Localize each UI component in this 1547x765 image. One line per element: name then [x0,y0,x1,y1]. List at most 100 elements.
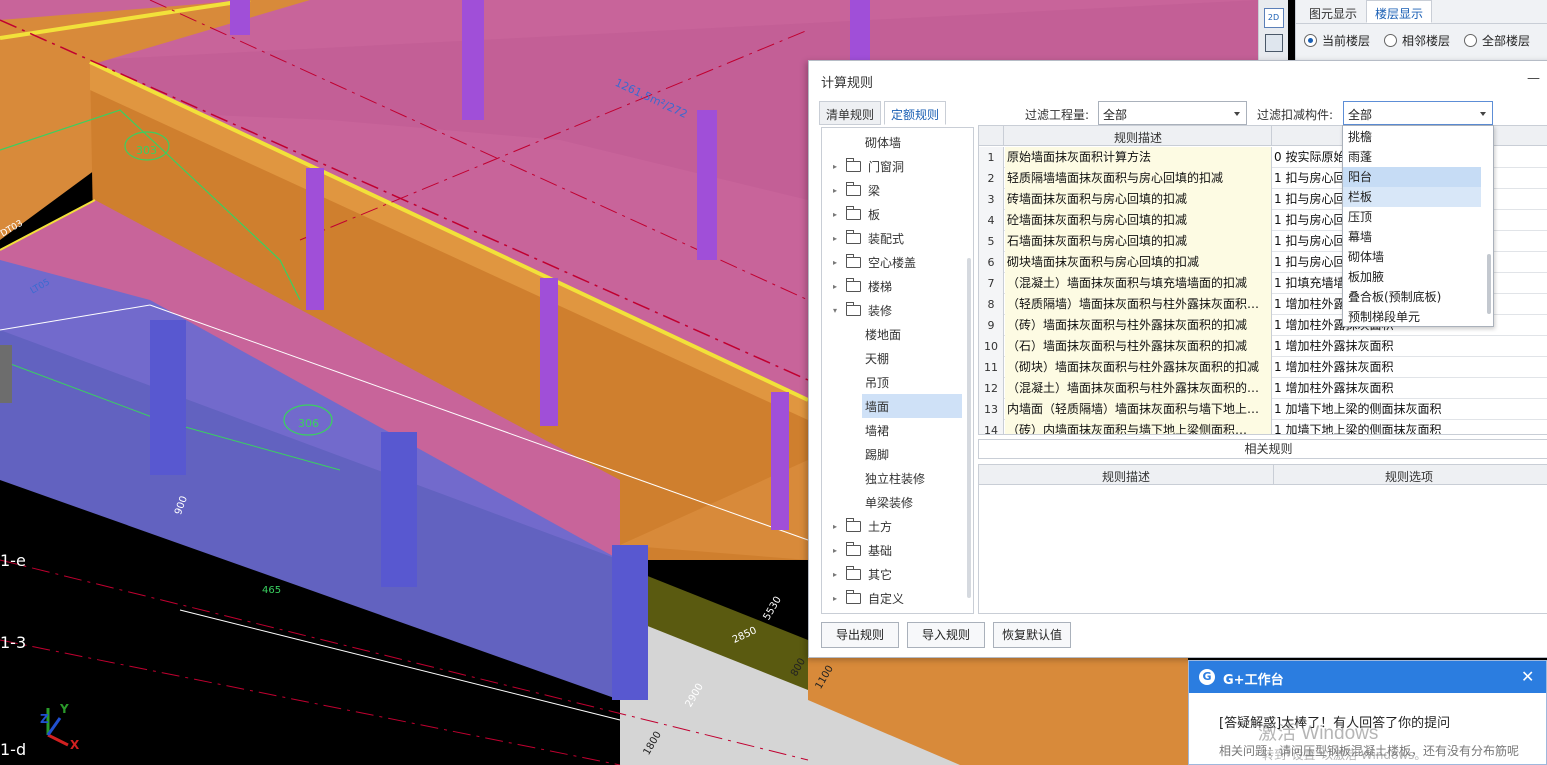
rule-description[interactable]: 内墙面（轻质隔墙）墙面抹灰面积与墙下地上… [1005,399,1271,420]
rule-option[interactable]: 1 增加柱外露抹灰面积 [1271,336,1393,357]
rule-description[interactable]: （砖）墙面抹灰面积与柱外露抹灰面积的扣减 [1005,315,1271,336]
rule-description[interactable]: 砌块墙面抹灰面积与房心回填的扣减 [1005,252,1271,273]
table-row[interactable]: 12 （混凝土）墙面抹灰面积与柱外露抹灰面积的… 1 增加柱外露抹灰面积 [979,378,1547,399]
rule-option[interactable]: 1 扣填充墙墙 [1271,273,1345,294]
rule-option[interactable]: 1 扣与房心回 [1271,252,1345,273]
tree-item-masonry-wall[interactable]: 砌体墙 [822,130,972,154]
dropdown-option[interactable]: 雨蓬 [1343,147,1481,167]
rule-description[interactable]: （砖）内墙面抹灰面积与墙下地上梁侧面积… [1005,420,1271,434]
tab-list-rules[interactable]: 清单规则 [819,101,882,125]
rule-option[interactable]: 1 扣与房心回 [1271,189,1345,210]
tree-item-suspended-ceiling[interactable]: 吊顶 [822,370,972,394]
dropdown-option[interactable]: 幕墙 [1343,227,1481,247]
dropdown-option[interactable]: 叠合板(预制底板) [1343,287,1481,307]
dropdown-option[interactable]: 预制梯段单元 [1343,307,1481,327]
row-index: 8 [979,294,1004,315]
dropdown-option[interactable]: 栏板 [1343,187,1481,207]
tree-scrollbar[interactable] [967,258,971,598]
rule-description[interactable]: （石）墙面抹灰面积与柱外露抹灰面积的扣减 [1005,336,1271,357]
tree-item-ceiling[interactable]: 天棚 [822,346,972,370]
restore-defaults-button[interactable]: 恢复默认值 [993,622,1071,648]
3d-cube-icon[interactable] [1264,34,1283,52]
rule-option[interactable]: 1 扣与房心回 [1271,231,1345,252]
dialog-title: 计算规则 [821,76,874,91]
dropdown-option[interactable]: 阳台 [1343,167,1481,187]
dropdown-option[interactable]: 挑檐 [1343,127,1481,147]
chevron-right-icon[interactable]: ▸ [830,546,840,555]
radio-unchecked-icon [1464,34,1478,47]
filter-quantity-label: 过滤工程量: [1025,108,1090,122]
dropdown-option[interactable]: 板加腋 [1343,267,1481,287]
tab-quota-rules[interactable]: 定额规则 [884,101,947,125]
tab-floor-display[interactable]: 楼层显示 [1366,0,1433,23]
table-row[interactable]: 10 （石）墙面抹灰面积与柱外露抹灰面积的扣减 1 增加柱外露抹灰面积 [979,336,1547,357]
tree-item-foundation[interactable]: ▸ 基础 [822,538,972,562]
row-index: 5 [979,231,1004,252]
tree-item-hollow-floor[interactable]: ▸ 空心楼盖 [822,250,972,274]
tree-item-dado[interactable]: 墙裙 [822,418,972,442]
table-row[interactable]: 13 内墙面（轻质隔墙）墙面抹灰面积与墙下地上… 1 加墙下地上梁的侧面抹灰面积 [979,399,1547,420]
rule-description[interactable]: （轻质隔墙）墙面抹灰面积与柱外露抹灰面积… [1005,294,1271,315]
minimize-button[interactable]: — [1527,71,1540,86]
rule-option[interactable]: 1 加墙下地上梁的侧面抹灰面积 [1271,399,1441,420]
chevron-right-icon[interactable]: ▸ [830,234,840,243]
table-row[interactable]: 11 （砌块）墙面抹灰面积与柱外露抹灰面积的扣减 1 增加柱外露抹灰面积 [979,357,1547,378]
table-row[interactable]: 14 （砖）内墙面抹灰面积与墙下地上梁侧面积… 1 加墙下地上梁的侧面抹灰面积 [979,420,1547,434]
tab-element-display[interactable]: 图元显示 [1300,0,1366,23]
tree-item-beam[interactable]: ▸ 梁 [822,178,972,202]
rule-option[interactable]: 0 按实际原始 [1271,147,1345,168]
rule-description[interactable]: （混凝土）墙面抹灰面积与柱外露抹灰面积的… [1005,378,1271,399]
rule-option[interactable]: 1 增加柱外露抹灰面积 [1271,378,1393,399]
dropdown-option[interactable]: 压顶 [1343,207,1481,227]
related-rules-bar[interactable]: 相关规则 [978,439,1547,459]
tree-item-column-finish[interactable]: 独立柱装修 [822,466,972,490]
column-header-rule-desc: 规则描述 [1101,470,1150,484]
close-icon[interactable]: ✕ [1521,667,1534,686]
rule-option[interactable]: 1 增加柱外露抹灰面积 [1271,357,1393,378]
tree-item-floor-finish[interactable]: 楼地面 [822,322,972,346]
rule-description[interactable]: 石墙面抹灰面积与房心回填的扣减 [1005,231,1271,252]
rule-description[interactable]: 轻质隔墙墙面抹灰面积与房心回填的扣减 [1005,168,1271,189]
tree-item-decoration[interactable]: ▾ 装修 [822,298,972,322]
tree-item-earthwork[interactable]: ▸ 土方 [822,514,972,538]
rule-option[interactable]: 1 扣与房心回 [1271,168,1345,189]
dropdown-scrollbar[interactable] [1487,254,1491,314]
chevron-right-icon[interactable]: ▸ [830,162,840,171]
rule-description[interactable]: 砼墙面抹灰面积与房心回填的扣减 [1005,210,1271,231]
chevron-right-icon[interactable]: ▸ [830,282,840,291]
tree-item-beam-finish[interactable]: 单梁装修 [822,490,972,514]
chevron-right-icon[interactable]: ▸ [830,594,840,603]
tree-item-custom[interactable]: ▸ 自定义 [822,586,972,610]
dropdown-option[interactable]: 砌体墙 [1343,247,1481,267]
radio-all-floors[interactable]: 全部楼层 [1464,32,1530,49]
export-rules-button[interactable]: 导出规则 [821,622,899,648]
column-header-desc[interactable]: 规则描述 [1005,129,1271,146]
chevron-right-icon[interactable]: ▸ [830,210,840,219]
chevron-right-icon[interactable]: ▸ [830,186,840,195]
rule-description[interactable]: （混凝土）墙面抹灰面积与填充墙墙面的扣减 [1005,273,1271,294]
chevron-right-icon[interactable]: ▸ [830,258,840,267]
2d-view-button[interactable]: 2D [1263,8,1284,28]
row-index: 11 [979,357,1004,378]
tree-item-openings[interactable]: ▸ 门窗洞 [822,154,972,178]
tree-item-other[interactable]: ▸ 其它 [822,562,972,586]
tree-item-skirting[interactable]: 踢脚 [822,442,972,466]
chevron-down-icon[interactable]: ▾ [830,306,840,315]
tree-item-stairs[interactable]: ▸ 楼梯 [822,274,972,298]
filter-deduct-select[interactable]: 全部 [1343,101,1493,125]
radio-adjacent-floor[interactable]: 相邻楼层 [1384,32,1450,49]
rule-description[interactable]: 原始墙面抹灰面积计算方法 [1005,147,1271,168]
radio-current-floor[interactable]: 当前楼层 [1304,32,1370,49]
tree-item-wall-finish[interactable]: 墙面 [862,394,962,418]
rule-description[interactable]: （砌块）墙面抹灰面积与柱外露抹灰面积的扣减 [1005,357,1271,378]
filter-quantity-select[interactable]: 全部 [1098,101,1247,125]
rule-option[interactable]: 1 加墙下地上梁的侧面抹灰面积 [1271,420,1441,434]
rule-option[interactable]: 1 扣与房心回 [1271,210,1345,231]
chevron-right-icon[interactable]: ▸ [830,522,840,531]
tree-item-prefab[interactable]: ▸ 装配式 [822,226,972,250]
import-rules-button[interactable]: 导入规则 [907,622,985,648]
tree-item-slab[interactable]: ▸ 板 [822,202,972,226]
rule-description[interactable]: 砖墙面抹灰面积与房心回填的扣减 [1005,189,1271,210]
rule-option[interactable]: 1 增加柱外露 [1271,294,1345,315]
chevron-right-icon[interactable]: ▸ [830,570,840,579]
